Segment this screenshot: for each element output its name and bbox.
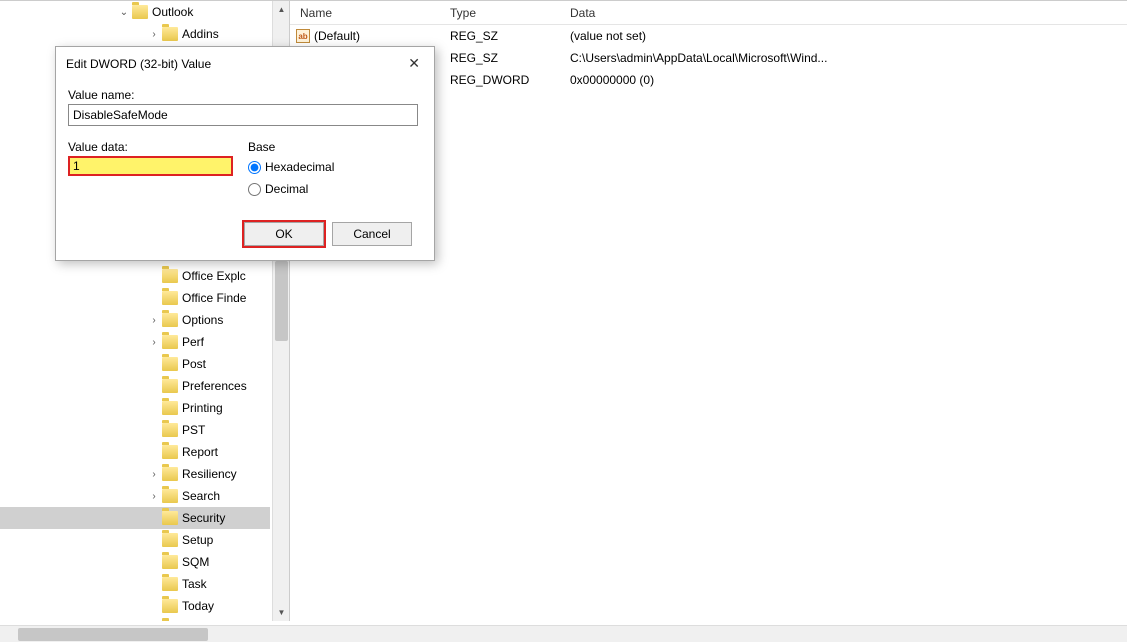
folder-icon xyxy=(132,5,148,19)
folder-icon xyxy=(162,335,178,349)
folder-icon xyxy=(162,379,178,393)
tree-label: Report xyxy=(182,445,218,459)
tree-item[interactable]: Report xyxy=(0,441,270,463)
tree-item[interactable]: Office Finde xyxy=(0,287,270,309)
cancel-button[interactable]: Cancel xyxy=(332,222,412,246)
tree-label: Office Explc xyxy=(182,269,246,283)
value-name-input[interactable] xyxy=(68,104,418,126)
tree-item[interactable]: SQM xyxy=(0,551,270,573)
tree-item[interactable]: PST xyxy=(0,419,270,441)
value-name-label: Value name: xyxy=(68,88,422,102)
tree-item-outlook[interactable]: ⌄ Outlook xyxy=(0,1,270,23)
folder-icon xyxy=(162,313,178,327)
list-header: Name Type Data xyxy=(290,1,1127,25)
list-row[interactable]: ab (Default) REG_SZ(value not set) xyxy=(290,25,1127,47)
tree-item[interactable]: Today xyxy=(0,595,270,617)
tree-label: Office Finde xyxy=(182,291,246,305)
horizontal-scrollbar[interactable] xyxy=(0,625,1127,642)
folder-icon xyxy=(162,445,178,459)
value-data-label: Value data: xyxy=(68,140,248,154)
value-data: (value not set) xyxy=(570,29,1127,43)
tree-item[interactable]: Task xyxy=(0,573,270,595)
col-header-type[interactable]: Type xyxy=(450,6,570,20)
tree-item[interactable]: › Search xyxy=(0,485,270,507)
folder-icon xyxy=(162,599,178,613)
base-label: Base xyxy=(248,140,334,154)
folder-icon xyxy=(162,555,178,569)
tree-item[interactable]: Preferences xyxy=(0,375,270,397)
tree-label: Options xyxy=(182,313,223,327)
radio-hex-label: Hexadecimal xyxy=(265,160,334,174)
tree-item[interactable]: › Options xyxy=(0,309,270,331)
tree-label: Today xyxy=(182,599,214,613)
ok-button[interactable]: OK xyxy=(244,222,324,246)
tree-label: SQM xyxy=(182,555,209,569)
tree-item[interactable]: UserInfo xyxy=(0,617,270,621)
tree-label: Resiliency xyxy=(182,467,237,481)
folder-icon xyxy=(162,467,178,481)
radio-hex-input[interactable] xyxy=(248,161,261,174)
tree-label: Setup xyxy=(182,533,213,547)
scroll-down-icon[interactable]: ▼ xyxy=(273,604,290,621)
tree-label: Perf xyxy=(182,335,204,349)
string-value-icon: ab xyxy=(296,29,310,43)
tree-item[interactable]: Security xyxy=(0,507,270,529)
tree-item[interactable]: Setup xyxy=(0,529,270,551)
value-type: REG_SZ xyxy=(450,51,570,65)
scroll-up-icon[interactable]: ▲ xyxy=(273,1,290,18)
tree-item[interactable]: › Perf xyxy=(0,331,270,353)
radio-dec-input[interactable] xyxy=(248,183,261,196)
folder-icon xyxy=(162,511,178,525)
chevron-right-icon[interactable]: › xyxy=(148,490,160,502)
value-type: REG_SZ xyxy=(450,29,570,43)
chevron-down-icon[interactable]: ⌄ xyxy=(118,6,130,18)
folder-icon xyxy=(162,27,178,41)
tree-label: Outlook xyxy=(152,5,193,19)
radio-decimal[interactable]: Decimal xyxy=(248,178,334,200)
tree-item[interactable]: Post xyxy=(0,353,270,375)
tree-label: PST xyxy=(182,423,205,437)
value-type: REG_DWORD xyxy=(450,73,570,87)
folder-icon xyxy=(162,269,178,283)
folder-icon xyxy=(162,357,178,371)
chevron-right-icon[interactable]: › xyxy=(148,336,160,348)
close-icon[interactable]: ✕ xyxy=(402,53,426,74)
folder-icon xyxy=(162,577,178,591)
scrollbar-thumb[interactable] xyxy=(275,261,288,341)
tree-label: Search xyxy=(182,489,220,503)
dialog-title: Edit DWORD (32-bit) Value xyxy=(66,57,211,71)
scrollbar-thumb[interactable] xyxy=(18,628,208,641)
tree-label: Addins xyxy=(182,27,219,41)
edit-dword-dialog: Edit DWORD (32-bit) Value ✕ Value name: … xyxy=(55,46,435,261)
value-name: (Default) xyxy=(314,29,360,43)
folder-icon xyxy=(162,401,178,415)
folder-icon xyxy=(162,533,178,547)
tree-label: Task xyxy=(182,577,207,591)
chevron-right-icon[interactable]: › xyxy=(148,28,160,40)
tree-item-addins[interactable]: › Addins xyxy=(0,23,270,45)
tree-item[interactable]: Printing xyxy=(0,397,270,419)
chevron-right-icon[interactable]: › xyxy=(148,314,160,326)
radio-dec-label: Decimal xyxy=(265,182,308,196)
value-data-input[interactable] xyxy=(68,156,233,176)
tree-label: Security xyxy=(182,511,225,525)
tree-label: Printing xyxy=(182,401,223,415)
col-header-name[interactable]: Name xyxy=(290,6,450,20)
dialog-titlebar[interactable]: Edit DWORD (32-bit) Value ✕ xyxy=(56,47,434,76)
folder-icon xyxy=(162,423,178,437)
col-header-data[interactable]: Data xyxy=(570,6,1127,20)
chevron-right-icon[interactable]: › xyxy=(148,468,160,480)
tree-item[interactable]: › Resiliency xyxy=(0,463,270,485)
tree-label: Post xyxy=(182,357,206,371)
value-data: C:\Users\admin\AppData\Local\Microsoft\W… xyxy=(570,51,1127,65)
folder-icon xyxy=(162,291,178,305)
folder-icon xyxy=(162,489,178,503)
tree-label: Preferences xyxy=(182,379,247,393)
tree-item[interactable]: Office Explc xyxy=(0,265,270,287)
value-data: 0x00000000 (0) xyxy=(570,73,1127,87)
radio-hexadecimal[interactable]: Hexadecimal xyxy=(248,156,334,178)
